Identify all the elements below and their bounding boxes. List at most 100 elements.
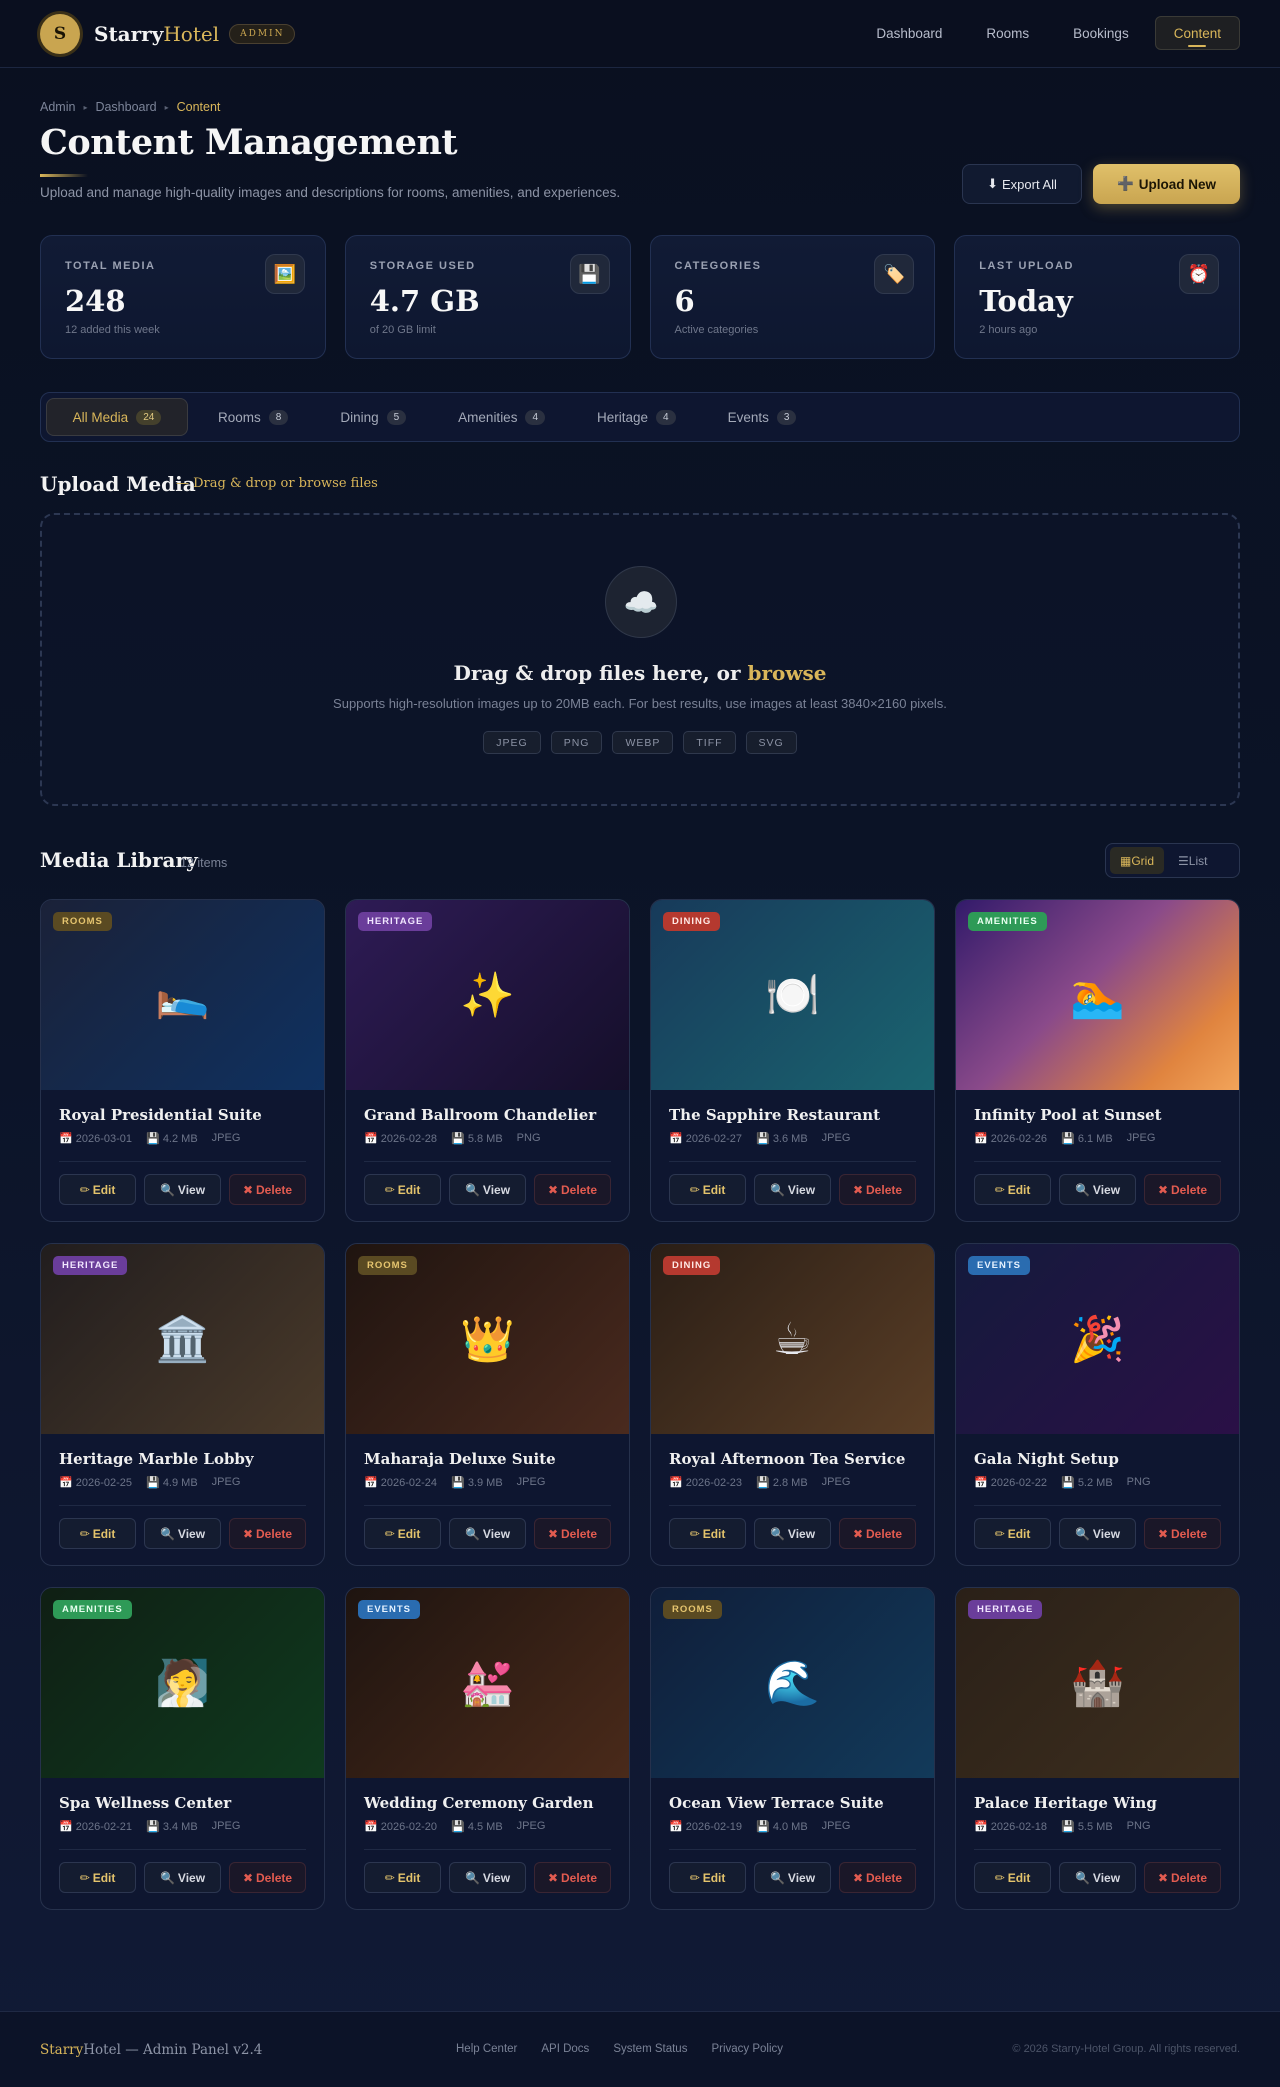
view-button[interactable]: 🔍 View: [144, 1174, 221, 1205]
media-card[interactable]: EVENTS 💒 Wedding Ceremony Garden 📅 2026-02-…: [345, 1587, 630, 1910]
view-button[interactable]: 🔍 View: [144, 1518, 221, 1549]
edit-button[interactable]: ✏ Edit: [974, 1518, 1051, 1549]
stat-subtext: 2 hours ago: [979, 324, 1038, 336]
media-thumbnail[interactable]: ROOMS 🌊: [651, 1588, 934, 1778]
edit-label: Edit: [92, 1870, 116, 1885]
media-thumbnail[interactable]: HERITAGE 🏰: [956, 1588, 1239, 1778]
media-size-value: 4.2 MB: [162, 1133, 198, 1145]
breadcrumb-dashboard[interactable]: Dashboard: [95, 100, 156, 114]
media-thumbnail[interactable]: ROOMS 👑: [346, 1244, 629, 1434]
footer-link-system-status[interactable]: System Status: [613, 2043, 687, 2055]
media-card[interactable]: HERITAGE 🏰 Palace Heritage Wing 📅 2026-02-1…: [955, 1587, 1240, 1910]
delete-label: Delete: [1171, 1870, 1208, 1885]
nav-bookings[interactable]: Bookings: [1055, 16, 1147, 50]
media-card[interactable]: ROOMS 🛌 Royal Presidential Suite 📅 2026-03-…: [40, 899, 325, 1222]
view-label: View: [1092, 1526, 1121, 1541]
edit-button[interactable]: ✏ Edit: [669, 1174, 746, 1205]
edit-button[interactable]: ✏ Edit: [59, 1862, 136, 1893]
tab-rooms[interactable]: Rooms 8: [196, 398, 310, 436]
delete-button[interactable]: ✖ Delete: [839, 1862, 916, 1893]
edit-button[interactable]: ✏ Edit: [669, 1518, 746, 1549]
calendar-icon: 📅: [364, 1477, 381, 1489]
media-thumbnail[interactable]: HERITAGE ✨: [346, 900, 629, 1090]
media-thumbnail[interactable]: ROOMS 🛌: [41, 900, 324, 1090]
export-all-button[interactable]: ⬇ Export All: [962, 164, 1082, 204]
media-card[interactable]: HERITAGE 🏛️ Heritage Marble Lobby 📅 2026-02…: [40, 1243, 325, 1566]
view-button[interactable]: 🔍 View: [1059, 1174, 1136, 1205]
media-card[interactable]: EVENTS 🎉 Gala Night Setup 📅 2026-02-22 💾 5.2…: [955, 1243, 1240, 1566]
edit-button[interactable]: ✏ Edit: [974, 1862, 1051, 1893]
media-thumbnail[interactable]: EVENTS 💒: [346, 1588, 629, 1778]
delete-button[interactable]: ✖ Delete: [229, 1518, 306, 1549]
view-button[interactable]: 🔍 View: [1059, 1518, 1136, 1549]
magnifier-icon: 🔍: [464, 1870, 480, 1885]
media-card[interactable]: DINING ☕ Royal Afternoon Tea Service 📅 2026…: [650, 1243, 935, 1566]
view-button[interactable]: 🔍 View: [144, 1862, 221, 1893]
edit-button[interactable]: ✏ Edit: [59, 1174, 136, 1205]
nav-dashboard[interactable]: Dashboard: [858, 16, 960, 50]
edit-button[interactable]: ✏ Edit: [364, 1174, 441, 1205]
magnifier-icon: 🔍: [769, 1526, 785, 1541]
footer-link-help-center[interactable]: Help Center: [456, 2043, 517, 2055]
delete-button[interactable]: ✖ Delete: [534, 1862, 611, 1893]
media-thumbnail[interactable]: AMENITIES 🏊: [956, 900, 1239, 1090]
upload-new-button[interactable]: ➕ Upload New: [1093, 164, 1240, 204]
media-thumbnail[interactable]: HERITAGE 🏛️: [41, 1244, 324, 1434]
view-grid-button[interactable]: ▦ Grid: [1110, 847, 1165, 874]
delete-button[interactable]: ✖ Delete: [534, 1174, 611, 1205]
media-card[interactable]: ROOMS 🌊 Ocean View Terrace Suite 📅 2026-02-…: [650, 1587, 935, 1910]
media-thumbnail[interactable]: DINING ☕: [651, 1244, 934, 1434]
delete-button[interactable]: ✖ Delete: [1144, 1518, 1221, 1549]
view-button[interactable]: 🔍 View: [1059, 1862, 1136, 1893]
tab-count-badge: 5: [386, 409, 407, 425]
view-label: View: [1092, 1182, 1121, 1197]
brand[interactable]: S StarryHotel ADMIN: [40, 14, 296, 54]
category-tag: AMENITIES: [968, 912, 1047, 931]
nav-rooms[interactable]: Rooms: [968, 16, 1047, 50]
media-size-value: 5.2 MB: [1077, 1477, 1113, 1489]
media-meta: 📅 2026-02-21 💾 3.4 MB JPEG: [59, 1820, 306, 1833]
tab-all-media[interactable]: All Media 24: [46, 398, 188, 436]
edit-button[interactable]: ✏ Edit: [364, 1518, 441, 1549]
footer-link-privacy-policy[interactable]: Privacy Policy: [711, 2043, 783, 2055]
floppy-disk-icon: 💾: [756, 1477, 773, 1489]
media-card[interactable]: AMENITIES 🏊 Infinity Pool at Sunset 📅 2026-…: [955, 899, 1240, 1222]
delete-button[interactable]: ✖ Delete: [534, 1518, 611, 1549]
footer-link-api-docs[interactable]: API Docs: [541, 2043, 589, 2055]
view-list-button[interactable]: ☰ List: [1168, 847, 1217, 874]
tab-dining[interactable]: Dining 5: [318, 398, 428, 436]
tab-amenities[interactable]: Amenities 4: [436, 398, 567, 436]
edit-button[interactable]: ✏ Edit: [59, 1518, 136, 1549]
media-thumbnail[interactable]: EVENTS 🎉: [956, 1244, 1239, 1434]
browse-link[interactable]: browse: [747, 661, 826, 685]
media-size: 💾 3.6 MB: [756, 1132, 808, 1145]
delete-button[interactable]: ✖ Delete: [839, 1174, 916, 1205]
delete-button[interactable]: ✖ Delete: [1144, 1862, 1221, 1893]
media-card[interactable]: AMENITIES 🧖 Spa Wellness Center 📅 2026-02-2…: [40, 1587, 325, 1910]
delete-button[interactable]: ✖ Delete: [1144, 1174, 1221, 1205]
view-button[interactable]: 🔍 View: [754, 1862, 831, 1893]
dropzone[interactable]: ☁️ Drag & drop files here, or browse Sup…: [40, 513, 1240, 806]
view-button[interactable]: 🔍 View: [449, 1862, 526, 1893]
delete-button[interactable]: ✖ Delete: [229, 1174, 306, 1205]
tab-events[interactable]: Events 3: [706, 398, 819, 436]
floppy-disk-icon: 💾: [451, 1821, 468, 1833]
nav-content[interactable]: Content: [1154, 16, 1240, 50]
media-card[interactable]: DINING 🍽️ The Sapphire Restaurant 📅 2026-02…: [650, 899, 935, 1222]
view-button[interactable]: 🔍 View: [449, 1174, 526, 1205]
media-card[interactable]: ROOMS 👑 Maharaja Deluxe Suite 📅 2026-02-24 💾…: [345, 1243, 630, 1566]
delete-button[interactable]: ✖ Delete: [229, 1862, 306, 1893]
tab-heritage[interactable]: Heritage 4: [575, 398, 698, 436]
media-thumbnail[interactable]: DINING 🍽️: [651, 900, 934, 1090]
view-button[interactable]: 🔍 View: [754, 1518, 831, 1549]
breadcrumb-admin[interactable]: Admin: [40, 100, 75, 114]
delete-button[interactable]: ✖ Delete: [839, 1518, 916, 1549]
view-button[interactable]: 🔍 View: [449, 1518, 526, 1549]
media-card[interactable]: HERITAGE ✨ Grand Ballroom Chandelier 📅 2026…: [345, 899, 630, 1222]
edit-button[interactable]: ✏ Edit: [669, 1862, 746, 1893]
pencil-icon: ✏: [79, 1870, 90, 1885]
edit-button[interactable]: ✏ Edit: [974, 1174, 1051, 1205]
edit-button[interactable]: ✏ Edit: [364, 1862, 441, 1893]
media-thumbnail[interactable]: AMENITIES 🧖: [41, 1588, 324, 1778]
view-button[interactable]: 🔍 View: [754, 1174, 831, 1205]
